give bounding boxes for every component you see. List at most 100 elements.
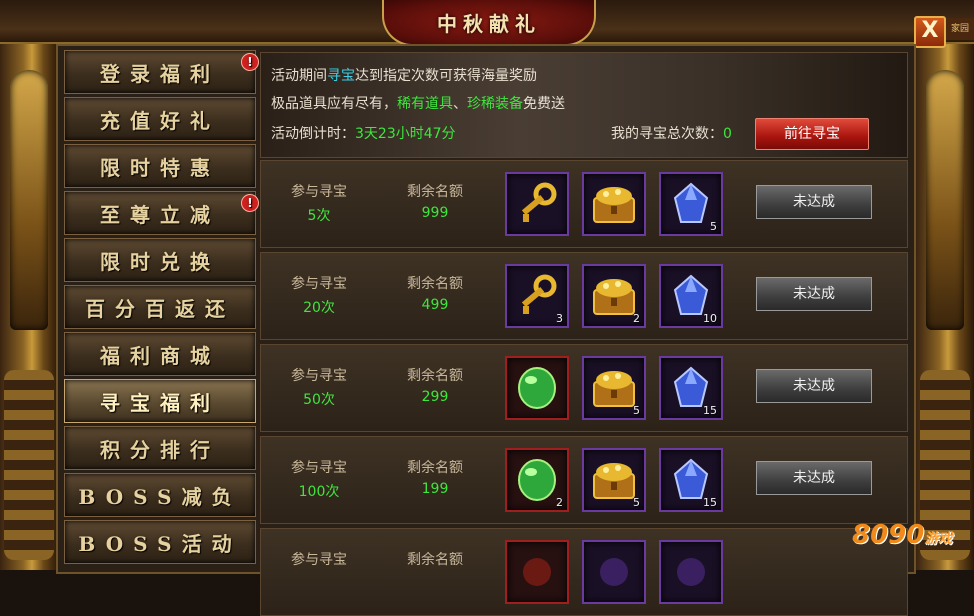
item-count: 2 xyxy=(633,312,640,325)
event-info-banner: 活动期间寻宝达到指定次数可获得海量奖励 极品道具应有尽有，稀有道具、珍稀装备免费… xyxy=(260,52,908,158)
item-count: 5 xyxy=(710,220,717,233)
join-value: 5次 xyxy=(307,208,331,224)
remain-label: 剩余名额 xyxy=(407,552,463,568)
reward-slot[interactable] xyxy=(505,540,569,604)
corner-tag[interactable]: 家园 xyxy=(946,18,974,40)
info-text: 达到指定次数可获得海量奖励 xyxy=(355,68,537,84)
sidebar: 登录福利 ! 充值好礼 限时特惠 至尊立减 ! 限时兑换 百分百返还 福利商城 … xyxy=(64,50,259,570)
total-hunts-label: 我的寻宝总次数： xyxy=(611,126,723,142)
remain-value: 199 xyxy=(421,481,449,497)
info-text: 、 xyxy=(453,96,467,112)
item-count: 5 xyxy=(633,496,640,509)
sidebar-item-label: 寻宝福利 xyxy=(100,390,220,415)
sidebar-item-treasure-hunt[interactable]: 寻宝福利 xyxy=(64,379,256,423)
remain-value: 499 xyxy=(421,297,449,313)
join-value: 100次 xyxy=(298,484,340,500)
sidebar-item-label: 积分排行 xyxy=(100,437,220,462)
reward-slot[interactable] xyxy=(582,172,646,236)
sidebar-item-limited-exchange[interactable]: 限时兑换 xyxy=(64,238,256,282)
remain-label: 剩余名额 xyxy=(407,368,463,384)
reward-row: 参与寻宝 100次 剩余名额 199 2 5 15 未达成 xyxy=(260,436,908,524)
sidebar-item-boss-relief[interactable]: BOSS减负 xyxy=(64,473,256,517)
item-count: 15 xyxy=(703,404,717,417)
reward-row: 参与寻宝 剩余名额 xyxy=(260,528,908,616)
item-count: 2 xyxy=(556,496,563,509)
sidebar-item-label: BOSS减负 xyxy=(78,484,242,509)
total-hunts-value: 0 xyxy=(723,126,732,142)
left-golden-statue xyxy=(0,30,58,570)
claim-status-button[interactable]: 未达成 xyxy=(756,369,872,403)
reward-slot[interactable]: 10 xyxy=(659,264,723,328)
reward-slot[interactable]: 3 xyxy=(505,264,569,328)
join-value: 50次 xyxy=(303,392,335,408)
reward-slot[interactable]: 15 xyxy=(659,448,723,512)
sidebar-item-label: 登录福利 xyxy=(100,61,220,86)
join-value: 20次 xyxy=(303,300,335,316)
sidebar-item-label: 限时特惠 xyxy=(100,155,220,180)
countdown-value: 3天23小时47分 xyxy=(355,126,456,142)
alert-badge-icon: ! xyxy=(241,194,259,212)
reward-slot[interactable]: 5 xyxy=(659,172,723,236)
sidebar-item-full-refund[interactable]: 百分百返还 xyxy=(64,285,256,329)
event-description-line2: 极品道具应有尽有，稀有道具、珍稀装备免费送 xyxy=(271,93,565,113)
reward-slot[interactable] xyxy=(659,540,723,604)
remain-value: 999 xyxy=(421,205,449,221)
sidebar-item-label: 至尊立减 xyxy=(100,202,220,227)
join-label: 参与寻宝 xyxy=(291,184,347,200)
sidebar-item-boss-event[interactable]: BOSS活动 xyxy=(64,520,256,564)
item-count: 10 xyxy=(703,312,717,325)
go-treasure-hunt-button[interactable]: 前往寻宝 xyxy=(755,118,869,150)
reward-slot[interactable]: 5 xyxy=(582,356,646,420)
reward-slot[interactable] xyxy=(505,356,569,420)
reward-row: 参与寻宝 20次 剩余名额 499 3 2 10 未达成 xyxy=(260,252,908,340)
remain-label: 剩余名额 xyxy=(407,184,463,200)
item-count: 15 xyxy=(703,496,717,509)
watermark-suffix: 游戏 xyxy=(924,531,953,547)
join-label: 参与寻宝 xyxy=(291,552,347,568)
remain-value: 299 xyxy=(421,389,449,405)
remain-label: 剩余名额 xyxy=(407,460,463,476)
claim-status-button[interactable]: 未达成 xyxy=(756,277,872,311)
join-label: 参与寻宝 xyxy=(291,460,347,476)
sidebar-item-label: 充值好礼 xyxy=(100,108,220,133)
alert-badge-icon: ! xyxy=(241,53,259,71)
sidebar-item-supreme-discount[interactable]: 至尊立减 ! xyxy=(64,191,259,235)
right-golden-statue xyxy=(916,30,974,570)
claim-status-button[interactable]: 未达成 xyxy=(756,185,872,219)
total-hunts: 我的寻宝总次数：0 xyxy=(611,123,732,143)
sidebar-item-label: BOSS活动 xyxy=(78,531,242,556)
claim-status-button[interactable]: 未达成 xyxy=(756,461,872,495)
info-highlight: 稀有道具 xyxy=(397,96,453,112)
reward-row: 参与寻宝 50次 剩余名额 299 5 15 未达成 xyxy=(260,344,908,432)
info-text: 极品道具应有尽有， xyxy=(271,96,397,112)
info-highlight: 珍稀装备 xyxy=(467,96,523,112)
countdown-label: 活动倒计时： xyxy=(271,126,355,142)
reward-slot[interactable]: 2 xyxy=(582,264,646,328)
remain-label: 剩余名额 xyxy=(407,276,463,292)
sidebar-item-login-bonus[interactable]: 登录福利 ! xyxy=(64,50,259,94)
countdown: 活动倒计时：3天23小时47分 xyxy=(271,123,456,143)
sidebar-item-recharge-gift[interactable]: 充值好礼 xyxy=(64,97,256,141)
info-text: 免费送 xyxy=(523,96,565,112)
item-count: 3 xyxy=(556,312,563,325)
join-label: 参与寻宝 xyxy=(291,368,347,384)
info-highlight: 寻宝 xyxy=(327,68,355,84)
reward-slot[interactable]: 5 xyxy=(582,448,646,512)
info-text: 活动期间 xyxy=(271,68,327,84)
reward-slot[interactable]: 2 xyxy=(505,448,569,512)
sidebar-item-limited-offer[interactable]: 限时特惠 xyxy=(64,144,256,188)
watermark-logo: 8090游戏 xyxy=(852,520,970,568)
reward-slot[interactable] xyxy=(505,172,569,236)
sidebar-item-label: 限时兑换 xyxy=(100,249,220,274)
join-label: 参与寻宝 xyxy=(291,276,347,292)
sidebar-item-welfare-mall[interactable]: 福利商城 xyxy=(64,332,256,376)
sidebar-item-label: 百分百返还 xyxy=(85,296,235,321)
sidebar-item-points-ranking[interactable]: 积分排行 xyxy=(64,426,256,470)
item-count: 5 xyxy=(633,404,640,417)
reward-slot[interactable] xyxy=(582,540,646,604)
event-description-line1: 活动期间寻宝达到指定次数可获得海量奖励 xyxy=(271,65,537,85)
close-button[interactable]: X xyxy=(914,16,946,48)
window-title: 中秋献礼 xyxy=(382,0,596,46)
reward-slot[interactable]: 15 xyxy=(659,356,723,420)
sidebar-item-label: 福利商城 xyxy=(100,343,220,368)
